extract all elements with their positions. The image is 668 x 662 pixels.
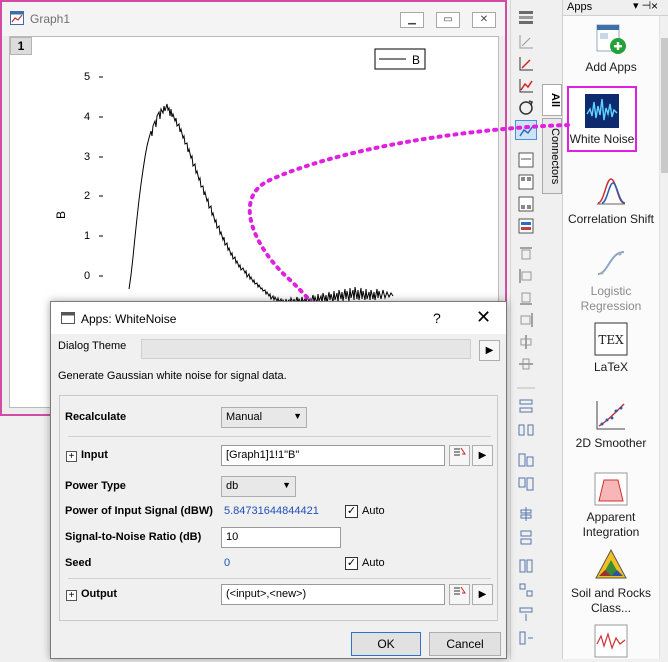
power-auto-checkbox[interactable]: ✓ [345,505,358,518]
output-menu-button[interactable]: ▶ [472,584,493,605]
input-expand-icon[interactable]: + [66,451,77,462]
snr-label: Signal-to-Noise Ratio (dB) [65,531,202,543]
input-select-range-button[interactable] [449,445,470,466]
power-signal-value[interactable]: 5.84731644844421 [224,505,319,517]
divider [68,578,491,579]
settings-panel: Recalculate Manual ▼ + Input [Graph1]1!1… [59,395,498,621]
seed-value[interactable]: 0 [224,557,230,569]
dialog-window-icon [61,311,75,325]
power-type-value: db [226,480,239,492]
dialog-close-button[interactable]: ✕ [476,307,491,328]
input-label: Input [81,449,108,461]
divider [68,436,491,437]
cancel-button[interactable]: Cancel [429,632,501,656]
input-field[interactable]: [Graph1]1!1"B" [221,445,445,466]
output-expand-icon[interactable]: + [66,590,77,601]
output-field[interactable]: (<input>,<new>) [221,584,445,605]
snr-field[interactable]: 10 [221,527,341,548]
power-auto-label: Auto [362,505,385,517]
power-type-label: Power Type [65,480,126,492]
recalculate-select[interactable]: Manual ▼ [221,407,307,428]
white-noise-dialog: Apps: WhiteNoise ? ✕ Dialog Theme ▶ Gene… [50,301,507,659]
ok-button[interactable]: OK [351,632,421,656]
recalculate-label: Recalculate [65,411,127,423]
dialog-title: Apps: WhiteNoise [81,312,177,326]
dialog-theme-label: Dialog Theme [58,340,127,352]
output-select-range-button[interactable] [449,584,470,605]
seed-auto-label: Auto [362,557,385,569]
recalculate-value: Manual [226,411,263,423]
help-button[interactable]: ? [433,310,441,326]
dialog-theme-field[interactable] [141,339,471,359]
seed-auto-checkbox[interactable]: ✓ [345,557,358,570]
dialog-titlebar[interactable]: Apps: WhiteNoise ? ✕ [51,302,506,334]
output-label: Output [81,588,118,600]
dialog-description: Generate Gaussian white noise for signal… [58,370,287,382]
input-menu-button[interactable]: ▶ [472,445,493,466]
power-signal-label: Power of Input Signal (dBW) [65,505,213,517]
chevron-down-icon: ▼ [293,411,302,421]
seed-label: Seed [65,557,92,569]
theme-menu-button[interactable]: ▶ [479,340,500,361]
power-type-select[interactable]: db ▼ [221,476,296,497]
chevron-down-icon: ▼ [282,480,291,490]
